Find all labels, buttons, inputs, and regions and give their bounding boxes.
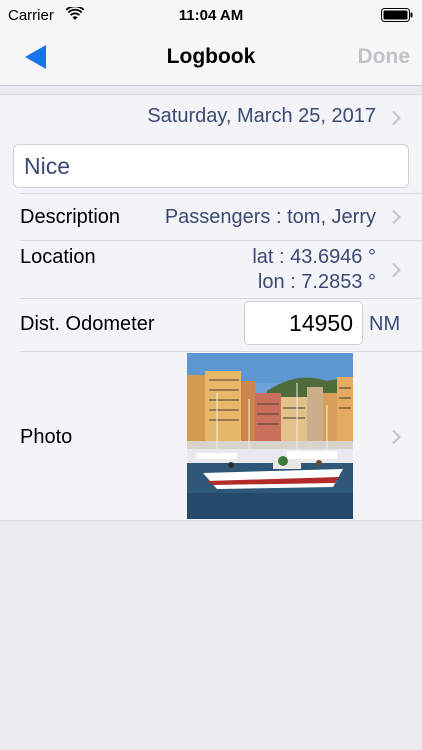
odometer-unit: NM: [369, 313, 401, 335]
date-row[interactable]: Saturday, March 25, 2017: [0, 95, 422, 141]
battery-full-icon: [381, 8, 413, 22]
date-value: Saturday, March 25, 2017: [147, 105, 376, 127]
latitude-value: lat : 43.6946 °: [252, 246, 376, 268]
odometer-label: Dist. Odometer: [20, 313, 155, 335]
status-time: 11:04 AM: [178, 7, 244, 24]
logbook-entry-form: Saturday, March 25, 2017 Nice Descriptio…: [0, 94, 422, 521]
longitude-value: lon : 7.2853 °: [257, 271, 376, 293]
odometer-row: Dist. Odometer 14950 NM: [0, 299, 422, 351]
photo-label: Photo: [20, 426, 73, 448]
description-value: Passengers : tom, Jerry: [164, 206, 376, 228]
chevron-right-icon: [392, 429, 401, 445]
description-row[interactable]: Description Passengers : tom, Jerry: [0, 194, 422, 240]
description-label: Description: [20, 206, 121, 228]
odometer-field[interactable]: 14950: [244, 301, 363, 345]
chevron-right-icon: [392, 110, 401, 126]
location-row[interactable]: Location lat : 43.6946 ° lon : 7.2853 °: [0, 241, 422, 298]
harbor-photo[interactable]: [187, 353, 353, 519]
chevron-right-icon: [392, 209, 401, 225]
photo-row[interactable]: Photo: [0, 352, 422, 522]
navigation-bar: Logbook Done: [0, 30, 422, 86]
status-bar: Carrier 11:04 AM: [0, 0, 422, 30]
done-button[interactable]: Done: [358, 45, 411, 69]
chevron-right-icon: [392, 262, 401, 278]
location-label: Location: [20, 246, 96, 268]
name-field[interactable]: Nice: [13, 144, 409, 188]
